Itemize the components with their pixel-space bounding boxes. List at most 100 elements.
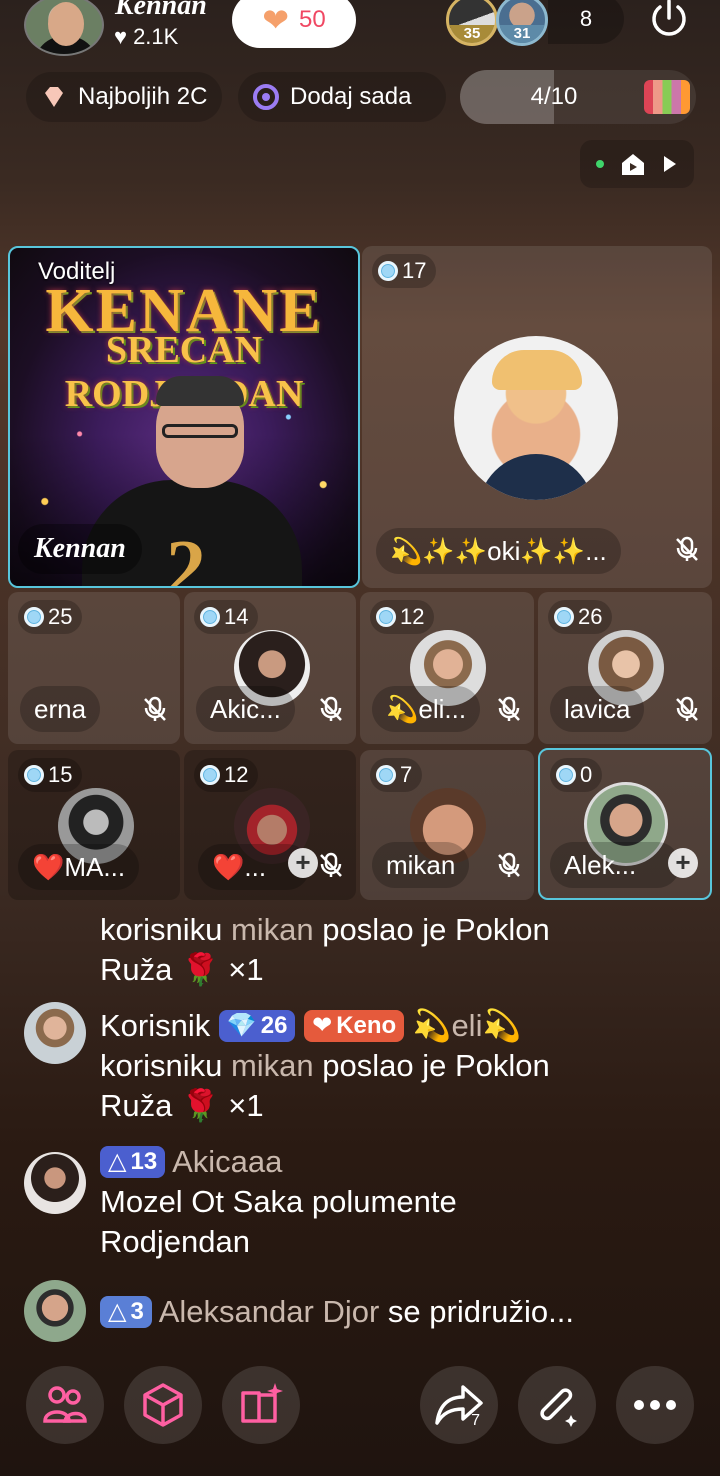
level-icon: [200, 607, 220, 627]
guest-tile[interactable]: 12 ❤️... +: [184, 750, 356, 900]
gift-name: Ruža: [100, 952, 173, 987]
guest-level: 15: [48, 762, 73, 787]
magic-wand-icon: [540, 1388, 577, 1427]
rose-icon: 🌹: [181, 1088, 220, 1123]
cube-icon: [143, 1383, 183, 1427]
host-video-tile[interactable]: KENANE SRECAN RODJENDAN 2 Voditelj Kenna…: [8, 246, 360, 588]
top-viewer-avatar[interactable]: 31: [496, 0, 548, 46]
chat-text: poslao je Poklon: [322, 1048, 550, 1083]
guest-name: lavica: [550, 686, 645, 732]
guest-avatar: [454, 336, 618, 500]
level-badge: △ 3: [100, 1296, 152, 1328]
host-role-label: Voditelj: [38, 258, 116, 285]
heart-count: 50: [299, 6, 326, 33]
add-button[interactable]: +: [288, 848, 318, 878]
host-avatar[interactable]: [24, 0, 104, 56]
ranking-label: Najboljih 2C: [78, 83, 208, 110]
top-viewer-avatar[interactable]: 35: [446, 0, 498, 46]
share-count: 7: [471, 1412, 480, 1429]
guest-level: 12: [400, 604, 425, 629]
triangle-icon: △: [108, 1298, 127, 1325]
level-icon: [24, 765, 44, 785]
viewer-count-button[interactable]: 8: [548, 0, 624, 44]
level-icon: [554, 607, 574, 627]
add-now-chip[interactable]: Dodaj sada: [238, 72, 446, 122]
chat-avatar[interactable]: [24, 1152, 86, 1214]
chat-text: se pridružio...: [387, 1294, 574, 1329]
chat-target-user[interactable]: mikan: [231, 912, 314, 947]
more-button[interactable]: [616, 1366, 694, 1444]
power-icon: [652, 0, 686, 36]
guest-tile[interactable]: 17 💫✨✨oki✨✨...: [362, 246, 712, 588]
guest-tile[interactable]: 25 erna: [8, 592, 180, 744]
chat-sender[interactable]: 💫eli💫: [413, 1008, 521, 1043]
goal-progress[interactable]: 4/10: [460, 70, 696, 124]
chat-feed[interactable]: korisniku mikan poslao je Poklon Ruža 🌹 …: [0, 904, 720, 1344]
chat-message: △ 13 Akicaaa Mozel Ot Saka polumente Rodj…: [100, 1142, 457, 1262]
heart-icon: ♥: [114, 24, 128, 49]
guest-level: 0: [580, 762, 593, 787]
chat-text: poslao je Poklon: [322, 912, 550, 947]
guest-name: 💫✨✨oki✨✨...: [376, 528, 621, 574]
guest-level: 17: [402, 258, 427, 283]
guest-level-badge: 17: [372, 254, 437, 288]
guest-name: Akic...: [196, 686, 295, 732]
live-indicator[interactable]: [580, 140, 694, 188]
chat-message: korisniku mikan poslao je Poklon Ruža 🌹 …: [100, 910, 550, 990]
chat-text: Korisnik: [100, 1008, 211, 1043]
guest-tile[interactable]: 12 💫eli...: [360, 592, 534, 744]
chat-target-user[interactable]: mikan: [231, 1048, 314, 1083]
chat-text: korisniku: [100, 1048, 223, 1083]
guest-name: 💫eli...: [372, 686, 481, 732]
mic-muted-icon: [676, 696, 698, 721]
people-icon: [43, 1386, 87, 1423]
share-button[interactable]: 7: [420, 1366, 498, 1444]
level-badge: 💎 26: [218, 1010, 296, 1042]
gift-count: ×1: [228, 952, 264, 987]
guest-tile[interactable]: 15 ❤️MA...: [8, 750, 180, 900]
guest-tile[interactable]: 7 mikan: [360, 750, 534, 900]
guests-button[interactable]: [26, 1366, 104, 1444]
mic-muted-icon: [144, 696, 166, 721]
gift-count: ×1: [228, 1088, 264, 1123]
chat-avatar[interactable]: [24, 1002, 86, 1064]
guest-level: 12: [224, 762, 249, 787]
guest-level: 26: [578, 604, 603, 629]
guest-name: Alek...: [550, 842, 681, 888]
chat-message: Korisnik 💎 26 ❤ Keno 💫eli💫 korisniku mikan…: [100, 1006, 550, 1126]
goal-progress-label: 4/10: [530, 83, 578, 110]
home-play-icon: [621, 154, 644, 175]
guest-tile[interactable]: 14 Akic...: [184, 592, 356, 744]
book-sparkle-icon: [241, 1383, 283, 1423]
poster-digit: 2: [166, 525, 206, 588]
guest-tile[interactable]: 26 lavica: [538, 592, 712, 744]
book-button[interactable]: [222, 1366, 300, 1444]
rose-icon: 🌹: [181, 952, 220, 987]
heart-shield-icon: ❤: [312, 1012, 333, 1039]
more-dots-icon: [634, 1400, 676, 1410]
chat-sender[interactable]: Aleksandar Djor: [159, 1294, 380, 1329]
host-likes-count: 2.1K: [133, 24, 179, 49]
box-button[interactable]: [124, 1366, 202, 1444]
follow-heart-button[interactable]: ❤ 50: [232, 0, 356, 48]
add-button[interactable]: +: [668, 848, 698, 878]
host-name[interactable]: Kennan: [115, 0, 207, 22]
mic-muted-icon: [676, 536, 698, 561]
host-likes: ♥ 2.1K: [114, 24, 178, 50]
sticker-icon: [644, 80, 690, 114]
guest-level: 14: [224, 604, 249, 629]
level-icon: [378, 261, 398, 281]
ranking-chip[interactable]: Najboljih 2C: [26, 72, 222, 122]
level-badge: △ 13: [100, 1146, 166, 1178]
chat-sender[interactable]: Akicaaa: [172, 1144, 282, 1179]
green-dot-icon: [595, 160, 604, 168]
magic-wand-button[interactable]: [518, 1366, 596, 1444]
level-icon: [200, 765, 220, 785]
triangle-icon: △: [108, 1148, 127, 1175]
power-button[interactable]: [644, 0, 694, 44]
chat-avatar[interactable]: [24, 1280, 86, 1342]
host-tile-name[interactable]: Kennan: [18, 524, 142, 574]
gift-name: Ruža: [100, 1088, 173, 1123]
chat-message: △ 3 Aleksandar Djor se pridružio...: [100, 1292, 574, 1332]
guest-tile-selected[interactable]: 0 Alek... +: [538, 748, 712, 900]
